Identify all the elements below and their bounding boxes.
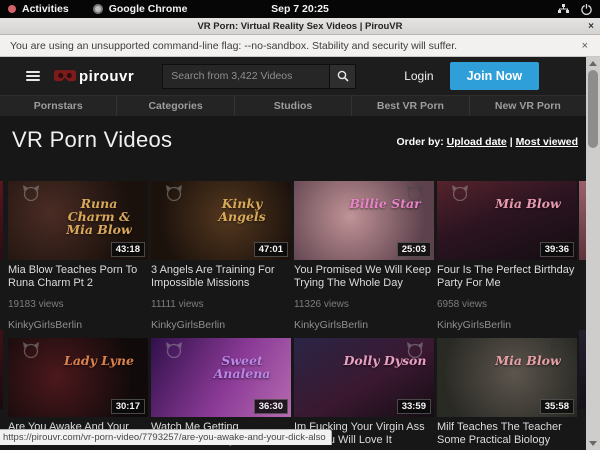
thumbnail-overlay-name: Lady Lyne: [56, 354, 142, 367]
close-icon[interactable]: ×: [588, 21, 594, 32]
order-upload-date-link[interactable]: Upload date: [447, 136, 507, 148]
video-thumbnail[interactable]: Lady Lyne 30:17: [8, 338, 148, 417]
video-views: 19183 views: [8, 299, 148, 310]
site-logo[interactable]: pirouvr: [54, 68, 134, 85]
scrollbar-thumb[interactable]: [588, 70, 598, 148]
video-studio-link[interactable]: KinkyGirlsBerlin: [294, 319, 434, 331]
order-separator: |: [510, 136, 513, 148]
nav-categories[interactable]: Categories: [117, 96, 234, 116]
edge-thumbnail-sliver: [579, 181, 586, 260]
duration-badge: 30:17: [111, 399, 145, 414]
order-by-label: Order by:: [396, 136, 443, 148]
video-card[interactable]: Kinky Angels 47:01 3 Angels Are Training…: [151, 181, 291, 331]
hamburger-menu-icon[interactable]: [26, 71, 40, 81]
video-thumbnail[interactable]: Mia Blow 35:58: [437, 338, 577, 417]
join-now-button[interactable]: Join Now: [450, 62, 540, 90]
studio-cat-watermark-icon: [22, 185, 40, 201]
warning-close-icon[interactable]: ×: [582, 40, 588, 52]
status-url-bubble: https://pirouvr.com/vr-porn-video/779325…: [0, 429, 332, 445]
edge-thumbnail-sliver: [579, 330, 586, 409]
focused-app-label[interactable]: Google Chrome: [109, 3, 188, 15]
video-thumbnail[interactable]: Dolly Dyson 33:59: [294, 338, 434, 417]
studio-cat-watermark-icon: [451, 185, 469, 201]
thumbnail-overlay-name: Mia Blow: [485, 354, 571, 367]
video-thumbnail[interactable]: Sweet Analena 36:30: [151, 338, 291, 417]
site-header: pirouvr Login Join Now: [0, 57, 586, 95]
chrome-icon: [93, 4, 103, 14]
duration-badge: 33:59: [397, 399, 431, 414]
video-grid: Runa Charm & Mia Blow 43:18 Mia Blow Tea…: [8, 181, 577, 450]
video-thumbnail[interactable]: Mia Blow 39:36: [437, 181, 577, 260]
edge-thumbnail-sliver: [0, 330, 3, 409]
video-title[interactable]: You Promised We Will Keep Trying The Who…: [294, 264, 434, 291]
scrollbar-up-arrow-icon[interactable]: [589, 61, 597, 66]
video-title[interactable]: 3 Angels Are Training For Impossible Mis…: [151, 264, 291, 291]
page-title: VR Porn Videos: [12, 127, 172, 153]
vr-headset-logo-icon: [54, 69, 76, 83]
thumbnail-overlay-name: Kinky Angels: [199, 197, 285, 223]
search-button[interactable]: [330, 64, 356, 89]
scrollbar[interactable]: [586, 57, 600, 450]
warning-text: You are using an unsupported command-lin…: [10, 40, 457, 52]
video-views: 11111 views: [151, 299, 291, 310]
nav-best-vr-porn[interactable]: Best VR Porn: [352, 96, 469, 116]
video-studio-link[interactable]: KinkyGirlsBerlin: [437, 319, 577, 331]
sandbox-warning-bar: You are using an unsupported command-lin…: [0, 35, 600, 57]
search-icon: [337, 70, 349, 82]
search-input[interactable]: [162, 64, 330, 89]
thumbnail-overlay-name: Runa Charm & Mia Blow: [56, 197, 142, 236]
studio-cat-watermark-icon: [22, 342, 40, 358]
video-studio-link[interactable]: KinkyGirlsBerlin: [8, 319, 148, 331]
login-link[interactable]: Login: [404, 69, 433, 83]
activities-button[interactable]: Activities: [22, 3, 69, 15]
video-card[interactable]: Runa Charm & Mia Blow 43:18 Mia Blow Tea…: [8, 181, 148, 331]
video-card[interactable]: Billie Star 25:03 You Promised We Will K…: [294, 181, 434, 331]
network-icon[interactable]: [558, 4, 569, 14]
notification-dot-icon: [8, 5, 16, 13]
studio-cat-watermark-icon: [165, 185, 183, 201]
duration-badge: 36:30: [254, 399, 288, 414]
video-title[interactable]: Mia Blow Teaches Porn To Runa Charm Pt 2: [8, 264, 148, 291]
video-thumbnail[interactable]: Runa Charm & Mia Blow 43:18: [8, 181, 148, 260]
duration-badge: 47:01: [254, 242, 288, 257]
main-nav: Pornstars Categories Studios Best VR Por…: [0, 95, 586, 116]
studio-cat-watermark-icon: [165, 342, 183, 358]
video-title[interactable]: Four Is The Perfect Birthday Party For M…: [437, 264, 577, 291]
thumbnail-overlay-name: Dolly Dyson: [342, 354, 428, 367]
video-card[interactable]: Mia Blow 35:58 Milf Teaches The Teacher …: [437, 338, 577, 450]
page-viewport: pirouvr Login Join Now Pornstars Categor…: [0, 57, 586, 450]
video-studio-link[interactable]: KinkyGirlsBerlin: [151, 319, 291, 331]
thumbnail-overlay-name: Sweet Analena: [199, 354, 285, 380]
scrollbar-down-arrow-icon[interactable]: [589, 441, 597, 446]
power-icon[interactable]: [581, 4, 592, 15]
duration-badge: 35:58: [540, 399, 574, 414]
video-thumbnail[interactable]: Billie Star 25:03: [294, 181, 434, 260]
video-title[interactable]: Milf Teaches The Teacher Some Practical …: [437, 421, 577, 448]
nav-studios[interactable]: Studios: [235, 96, 352, 116]
edge-thumbnail-sliver: [0, 181, 3, 260]
thumbnail-overlay-name: Mia Blow: [485, 197, 571, 210]
browser-title-bar: VR Porn: Virtual Reality Sex Videos | Pi…: [0, 18, 600, 35]
duration-badge: 39:36: [540, 242, 574, 257]
video-card[interactable]: Mia Blow 39:36 Four Is The Perfect Birth…: [437, 181, 577, 331]
video-views: 6958 views: [437, 299, 577, 310]
order-by: Order by: Upload date | Most viewed: [396, 136, 578, 148]
nav-new-vr-porn[interactable]: New VR Porn: [470, 96, 586, 116]
screen: Activities Google Chrome Sep 7 20:25 VR …: [0, 0, 600, 450]
duration-badge: 25:03: [397, 242, 431, 257]
window-title: VR Porn: Virtual Reality Sex Videos | Pi…: [197, 21, 402, 32]
clock[interactable]: Sep 7 20:25: [271, 3, 329, 15]
video-thumbnail[interactable]: Kinky Angels 47:01: [151, 181, 291, 260]
duration-badge: 43:18: [111, 242, 145, 257]
logo-text: pirouvr: [79, 68, 134, 85]
order-most-viewed-link[interactable]: Most viewed: [516, 136, 578, 148]
video-views: 11326 views: [294, 299, 434, 310]
thumbnail-overlay-name: Billie Star: [342, 197, 428, 210]
nav-pornstars[interactable]: Pornstars: [0, 96, 117, 116]
system-top-bar: Activities Google Chrome Sep 7 20:25: [0, 0, 600, 18]
